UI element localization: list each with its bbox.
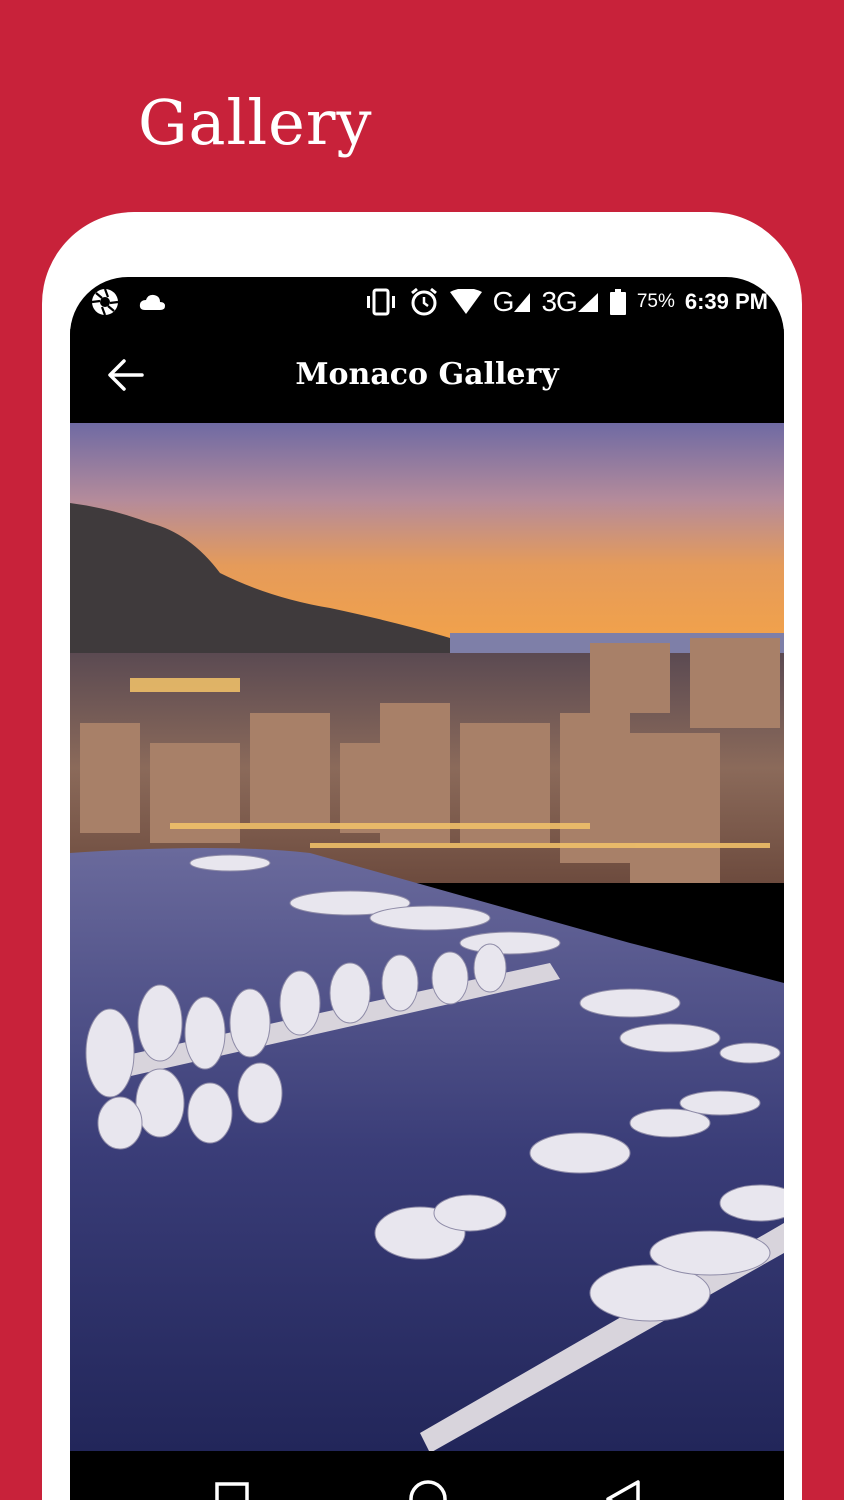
system-nav-bar [70,1451,784,1500]
network-3g-group: 3G [541,286,598,317]
back-triangle-icon [606,1480,640,1500]
network-g-group: G [492,286,532,317]
aperture-icon [90,287,120,317]
wifi-icon [449,287,483,317]
battery-icon [609,287,627,317]
battery-percent: 75% [636,291,675,312]
network-g-label: G [492,286,515,317]
recents-square-icon [215,1482,249,1500]
promo-page: Gallery G 3G 75% 6:39 PM Monaco Gallery [0,0,844,1500]
app-title: Monaco Gallery [295,357,559,392]
vibrate-icon [363,287,399,317]
phone-screen: G 3G 75% 6:39 PM Monaco Gallery [70,277,784,1500]
status-bar: G 3G 75% 6:39 PM [70,277,784,329]
back-nav-button[interactable] [600,1475,648,1500]
network-3g-label: 3G [541,286,577,317]
clock: 6:39 PM [684,289,768,314]
alarm-icon [409,287,439,317]
promo-title: Gallery [138,86,373,159]
home-circle-icon [409,1480,447,1500]
gallery-photo[interactable] [70,423,784,1451]
signal-icon [514,293,531,312]
app-bar: Monaco Gallery [70,329,784,423]
cloud-icon [138,287,166,317]
home-button[interactable] [404,1475,452,1500]
recents-button[interactable] [208,1475,256,1500]
signal-icon [577,293,598,312]
